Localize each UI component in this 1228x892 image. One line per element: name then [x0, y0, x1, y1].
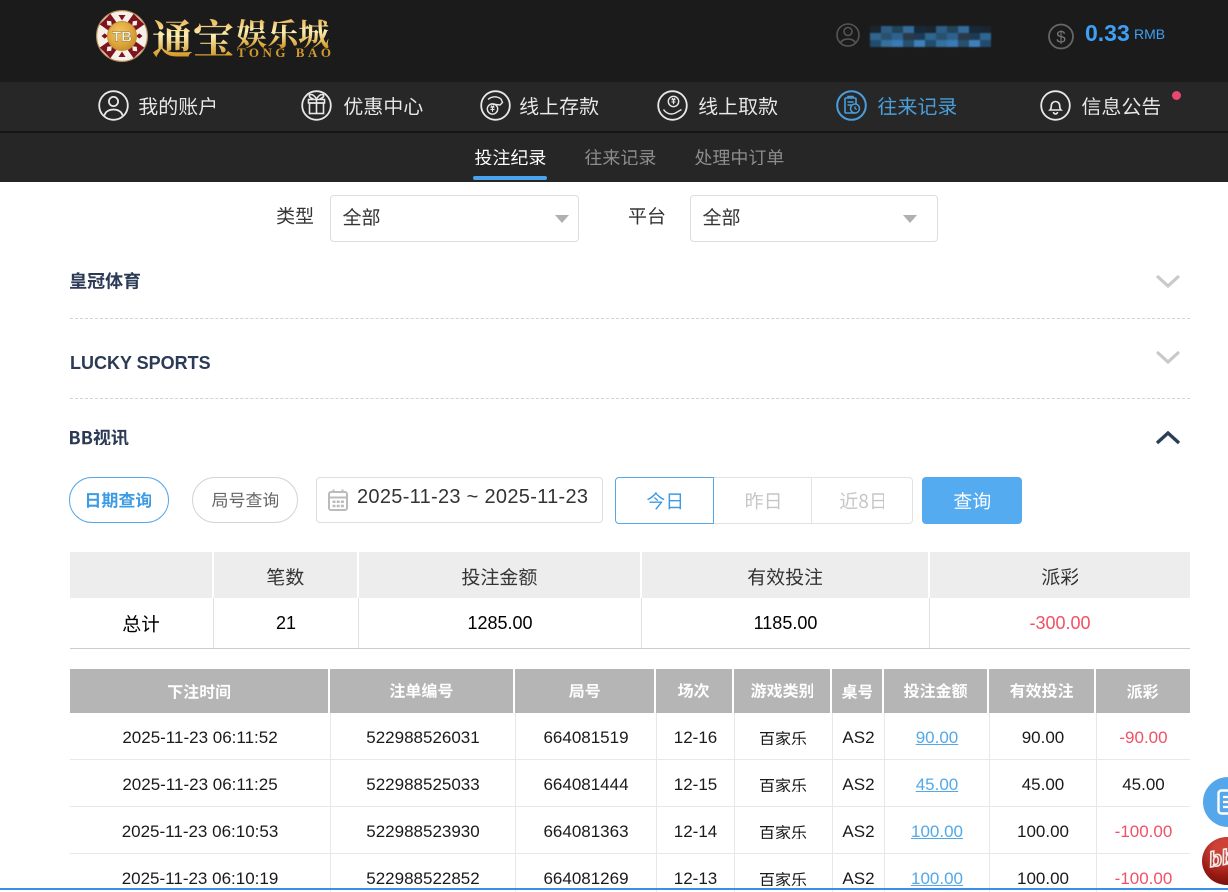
svg-text:$: $ [1056, 28, 1066, 47]
svg-text:TB: TB [112, 29, 132, 46]
